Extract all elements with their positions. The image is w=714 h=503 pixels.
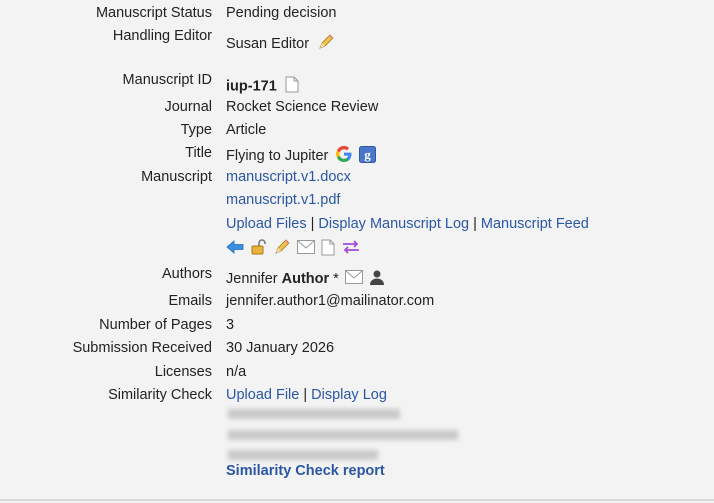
submission-received-label: Submission Received (72, 340, 212, 356)
row-manuscript-id: Manuscript ID iup-171 (0, 72, 714, 94)
manuscript-id-value: iup-171 (226, 78, 277, 95)
row-similarity-report: Similarity Check report (0, 463, 714, 485)
authors-label: Authors (162, 266, 212, 282)
google-search-icon[interactable] (335, 145, 353, 167)
manuscript-id-label: Manuscript ID (122, 72, 212, 88)
handling-editor-label: Handling Editor (112, 28, 212, 44)
journal-value: Rocket Science Review (226, 99, 379, 115)
separator: | (473, 216, 477, 232)
icon-toolbar (226, 238, 360, 260)
manuscript-status-value: Pending decision (226, 5, 337, 21)
author-first-name: Jennifer (226, 270, 278, 287)
manuscript-pdf-link[interactable]: manuscript.v1.pdf (226, 192, 340, 208)
arrow-left-icon[interactable] (226, 239, 244, 259)
mail-icon[interactable] (297, 240, 316, 258)
blurred-line (228, 409, 400, 419)
google-scholar-icon[interactable]: g (359, 145, 377, 167)
upload-files-link[interactable]: Upload Files (226, 216, 307, 232)
manuscript-actions: Upload Files | Display Manuscript Log | Manu… (226, 216, 589, 232)
similarity-display-log-link[interactable]: Display Log (311, 387, 387, 403)
separator: | (303, 387, 308, 403)
mail-icon[interactable] (344, 270, 363, 288)
person-icon[interactable] (369, 269, 385, 289)
licenses-label: Licenses (154, 364, 212, 380)
similarity-upload-file-link[interactable]: Upload File (226, 387, 299, 403)
row-type: Type Article (0, 122, 714, 144)
title-label: Title (185, 145, 212, 161)
manuscript-feed-link[interactable]: Manuscript Feed (481, 216, 589, 232)
row-manuscript-actions: Upload Files | Display Manuscript Log | Manu… (0, 216, 714, 238)
unlock-icon[interactable] (250, 238, 268, 260)
display-manuscript-log-link[interactable]: Display Manuscript Log (318, 216, 469, 232)
handling-editor-value-wrap: Susan Editor (226, 33, 335, 55)
row-number-of-pages: Number of Pages 3 (0, 317, 714, 339)
manuscript-icon-toolbar (0, 238, 714, 260)
type-value: Article (226, 122, 267, 138)
pencil-icon[interactable] (317, 33, 335, 55)
number-of-pages-label: Number of Pages (99, 317, 212, 333)
handling-editor-value: Susan Editor (226, 35, 310, 52)
similarity-actions: Upload File | Display Log (226, 387, 387, 403)
divider (0, 499, 714, 501)
corresponding-author-mark: * (333, 270, 339, 287)
emails-label: Emails (168, 293, 212, 309)
separator: | (310, 216, 315, 232)
licenses-value: n/a (226, 364, 247, 380)
row-submission-received: Submission Received 30 January 2026 (0, 340, 714, 362)
title-value: Flying to Jupiter (226, 147, 329, 164)
author-entry: Jennifer Author * (226, 269, 385, 289)
row-authors: Authors Jennifer Author * (0, 266, 714, 288)
manuscript-status-label: Manuscript Status (95, 5, 212, 21)
submission-received-value: 30 January 2026 (226, 340, 335, 356)
row-manuscript-pdf: manuscript.v1.pdf (0, 192, 714, 214)
row-licenses: Licenses n/a (0, 364, 714, 386)
number-of-pages-value: 3 (226, 317, 235, 333)
row-manuscript-status: Manuscript Status Pending decision (0, 5, 714, 27)
author-last-name: Author (281, 270, 330, 287)
row-manuscript: Manuscript manuscript.v1.docx (0, 169, 714, 191)
row-similarity-check: Similarity Check Upload File | Display Log (0, 387, 714, 409)
type-label: Type (180, 122, 212, 138)
pencil-icon[interactable] (273, 238, 291, 260)
blurred-line (228, 450, 378, 460)
blurred-line (228, 430, 458, 440)
title-value-wrap: Flying to Jupiter g (226, 145, 377, 167)
emails-value: jennifer.author1@mailinator.com (226, 293, 435, 309)
row-title: Title Flying to Jupiter g (0, 145, 714, 167)
journal-label: Journal (164, 99, 212, 115)
manuscript-id-value-wrap: iup-171 (226, 76, 299, 97)
swap-arrows-icon[interactable] (342, 240, 360, 258)
document-icon[interactable] (321, 239, 335, 260)
svg-text:g: g (365, 147, 372, 162)
similarity-check-report-link[interactable]: Similarity Check report (226, 463, 385, 479)
manuscript-docx-link[interactable]: manuscript.v1.docx (226, 169, 351, 185)
document-icon[interactable] (285, 76, 299, 97)
manuscript-label: Manuscript (141, 169, 212, 185)
row-emails: Emails jennifer.author1@mailinator.com (0, 293, 714, 315)
row-handling-editor: Handling Editor Susan Editor (0, 28, 714, 52)
row-journal: Journal Rocket Science Review (0, 99, 714, 121)
similarity-check-label: Similarity Check (108, 387, 212, 403)
